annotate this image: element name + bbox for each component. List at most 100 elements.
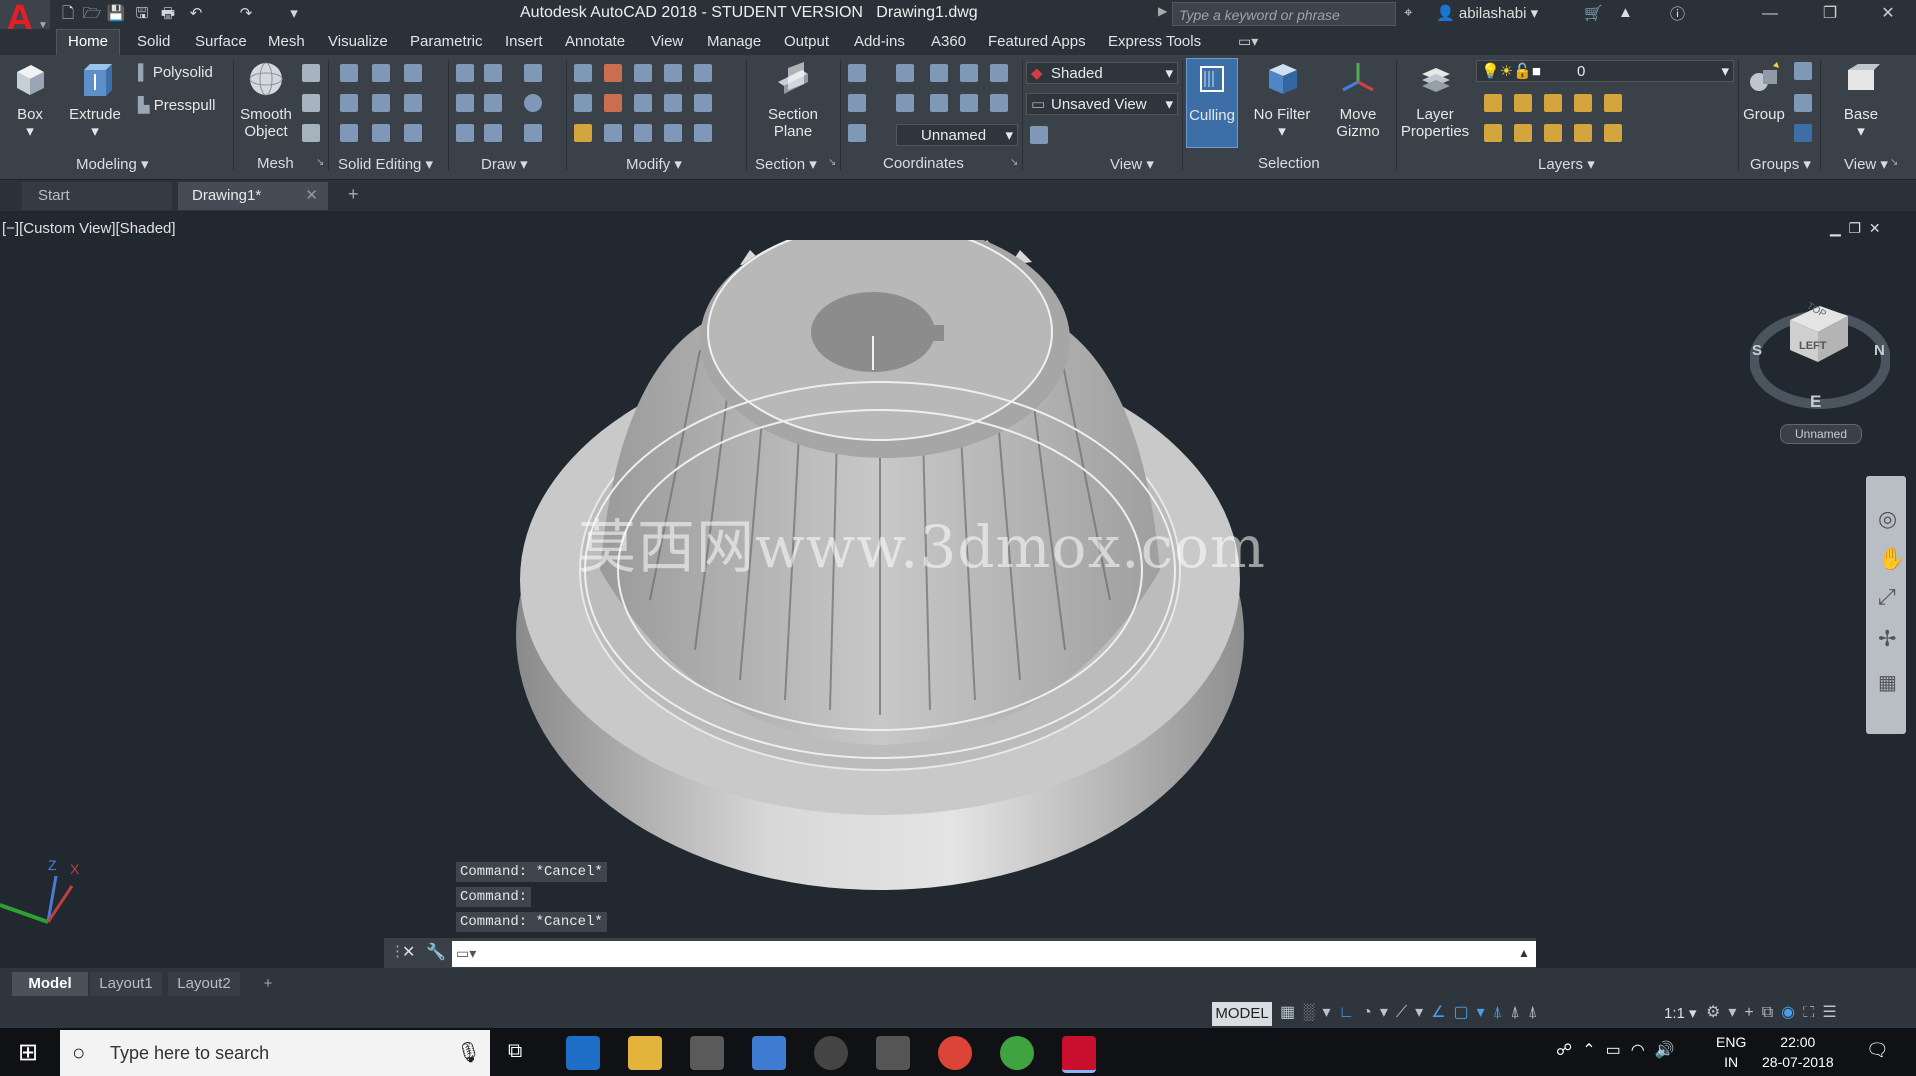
visual-style-dropdown[interactable]: ◆ Shaded ▾ xyxy=(1026,62,1178,84)
taskbar-search-input[interactable]: Type here to search xyxy=(60,1030,490,1076)
customize-toolbar-icon[interactable]: ▾ xyxy=(284,4,304,24)
ortho-icon[interactable]: ∟ xyxy=(1339,1004,1363,1021)
erase-icon[interactable] xyxy=(574,124,592,142)
workspace-gear-icon[interactable]: ⚙▾ xyxy=(1706,1004,1744,1021)
group-selection-icon[interactable] xyxy=(1794,124,1812,142)
volume-icon[interactable]: 🔊 xyxy=(1655,1042,1685,1059)
slice-icon[interactable] xyxy=(372,94,390,112)
ucs-y-icon[interactable] xyxy=(930,94,948,112)
restore-button[interactable]: ❐ xyxy=(1800,0,1860,29)
viewport-controls-label[interactable]: [−][Custom View][Shaded] xyxy=(2,220,176,237)
print-icon[interactable]: 🖶 xyxy=(158,4,178,24)
model-space-button[interactable]: MODEL xyxy=(1212,1002,1272,1026)
command-history-toggle-icon[interactable]: ▲ xyxy=(1518,946,1530,960)
chamfer-icon[interactable] xyxy=(694,94,712,112)
layer-match-icon[interactable] xyxy=(1604,94,1622,112)
tab-a360[interactable]: A360 xyxy=(931,33,966,50)
open-file-icon[interactable]: 🗁 xyxy=(82,4,102,24)
tab-mesh[interactable]: Mesh xyxy=(268,33,305,50)
tab-parametric[interactable]: Parametric xyxy=(410,33,483,50)
layer-dropdown[interactable]: 💡☀🔓■ 0 ▾ xyxy=(1476,60,1734,82)
mesh-refine-icon[interactable] xyxy=(302,124,320,142)
compass-north[interactable]: N xyxy=(1874,342,1885,359)
taskbar-clock[interactable]: 22:00 28-07-2018 xyxy=(1762,1032,1834,1072)
panel-launcher-icon[interactable]: ↘ xyxy=(828,157,836,168)
spline-icon[interactable] xyxy=(456,94,474,112)
battery-icon[interactable]: ▭ xyxy=(1606,1042,1631,1059)
tab-manage[interactable]: Manage xyxy=(707,33,761,50)
group-button[interactable]: Group xyxy=(1740,60,1788,123)
smooth-object-button[interactable]: Smooth Object xyxy=(238,60,294,140)
panel-launcher-icon[interactable]: ↘ xyxy=(316,157,324,168)
intersect-icon[interactable] xyxy=(340,124,358,142)
trim-icon[interactable] xyxy=(574,64,592,82)
camera-app-icon[interactable] xyxy=(690,1036,724,1070)
move-gizmo-button[interactable]: Move Gizmo xyxy=(1326,60,1390,140)
polar-icon[interactable]: ◔▾ xyxy=(1362,1004,1396,1021)
tab-solid[interactable]: Solid xyxy=(137,33,170,50)
input-language[interactable]: ENG IN xyxy=(1716,1032,1746,1072)
union-icon[interactable] xyxy=(340,64,358,82)
fillet-icon[interactable] xyxy=(574,94,592,112)
separate-icon[interactable] xyxy=(404,124,422,142)
autocad-taskbar-icon[interactable] xyxy=(1062,1036,1096,1073)
help-search-input[interactable]: Type a keyword or phrase xyxy=(1172,2,1396,26)
offset-icon[interactable] xyxy=(634,124,652,142)
ucs-z-icon[interactable] xyxy=(990,94,1008,112)
tab-drawing1[interactable]: Drawing1* ✕ xyxy=(178,182,328,210)
scale-icon[interactable] xyxy=(604,124,622,142)
panel-title-layers[interactable]: Layers ▾ xyxy=(1538,155,1595,173)
group-edit-icon[interactable] xyxy=(1794,94,1812,112)
arc-icon[interactable] xyxy=(524,64,542,82)
command-input[interactable] xyxy=(452,941,1536,967)
user-account[interactable]: 👤 abilashabi ▾ xyxy=(1436,4,1538,22)
panel-title-mesh[interactable]: Mesh xyxy=(257,155,294,172)
layer-on-icon[interactable] xyxy=(1484,124,1502,142)
ucs-x-icon[interactable] xyxy=(930,64,948,82)
panel-title-view2[interactable]: View ▾ xyxy=(1844,155,1888,173)
tab-model[interactable]: Model xyxy=(12,972,88,996)
ucs-name-dropdown[interactable]: Unnamed ▾ xyxy=(896,124,1018,146)
help-icon[interactable]: ⓘ xyxy=(1670,3,1685,24)
panel-title-solid-editing[interactable]: Solid Editing ▾ xyxy=(338,155,433,173)
ucs-icon[interactable] xyxy=(848,64,866,82)
compass-east[interactable]: E xyxy=(1810,392,1821,412)
mail-icon[interactable] xyxy=(876,1036,910,1070)
close-button[interactable]: ✕ xyxy=(1858,0,1916,29)
cart-icon[interactable]: 🛒 xyxy=(1584,4,1603,22)
command-prompt-icon[interactable]: ▭▾ xyxy=(456,945,476,962)
minimize-button[interactable]: — xyxy=(1740,0,1800,29)
ucs-world-icon[interactable] xyxy=(896,64,914,82)
task-view-icon[interactable]: ⧉ xyxy=(508,1040,522,1063)
ucs-previous-icon[interactable] xyxy=(896,94,914,112)
layer-unisolate-icon[interactable] xyxy=(1514,124,1532,142)
align-icon[interactable] xyxy=(664,94,682,112)
ucs-origin-icon[interactable] xyxy=(848,94,866,112)
gizmo-icon[interactable] xyxy=(604,64,622,82)
presspull-button[interactable]: ▙ Presspull xyxy=(138,96,215,114)
panel-launcher-icon[interactable]: ↘ xyxy=(1010,157,1018,168)
3d-polyline-icon[interactable] xyxy=(484,64,502,82)
ucs-view-icon[interactable] xyxy=(960,94,978,112)
ucs-object-icon[interactable] xyxy=(960,64,978,82)
thicken-icon[interactable] xyxy=(372,124,390,142)
file-explorer-icon[interactable] xyxy=(628,1036,662,1070)
chrome-icon[interactable] xyxy=(938,1036,972,1070)
extrude-faces-icon[interactable] xyxy=(404,94,422,112)
panel-title-coordinates[interactable]: Coordinates xyxy=(883,155,964,172)
panel-title-view[interactable]: View ▾ xyxy=(1110,155,1154,173)
polyline-icon[interactable] xyxy=(456,64,474,82)
tab-annotate[interactable]: Annotate xyxy=(565,33,625,50)
hardware-accel-icon[interactable]: ◉ xyxy=(1781,1004,1803,1021)
close-icon[interactable]: ✕ xyxy=(402,942,415,962)
action-center-icon[interactable]: 🗨 xyxy=(1866,1040,1889,1061)
layer-isolate-icon[interactable] xyxy=(1514,94,1532,112)
plus-icon[interactable]: + xyxy=(1744,1004,1761,1021)
utorrent-icon[interactable] xyxy=(1000,1036,1034,1070)
viewport-window-controls[interactable]: ▁ ❐ ✕ xyxy=(1830,220,1881,237)
tab-output[interactable]: Output xyxy=(784,33,829,50)
rectangle-icon[interactable] xyxy=(484,124,502,142)
extract-edges-icon[interactable] xyxy=(404,64,422,82)
section-plane-button[interactable]: Section Plane xyxy=(752,60,834,140)
line-icon[interactable] xyxy=(484,94,502,112)
